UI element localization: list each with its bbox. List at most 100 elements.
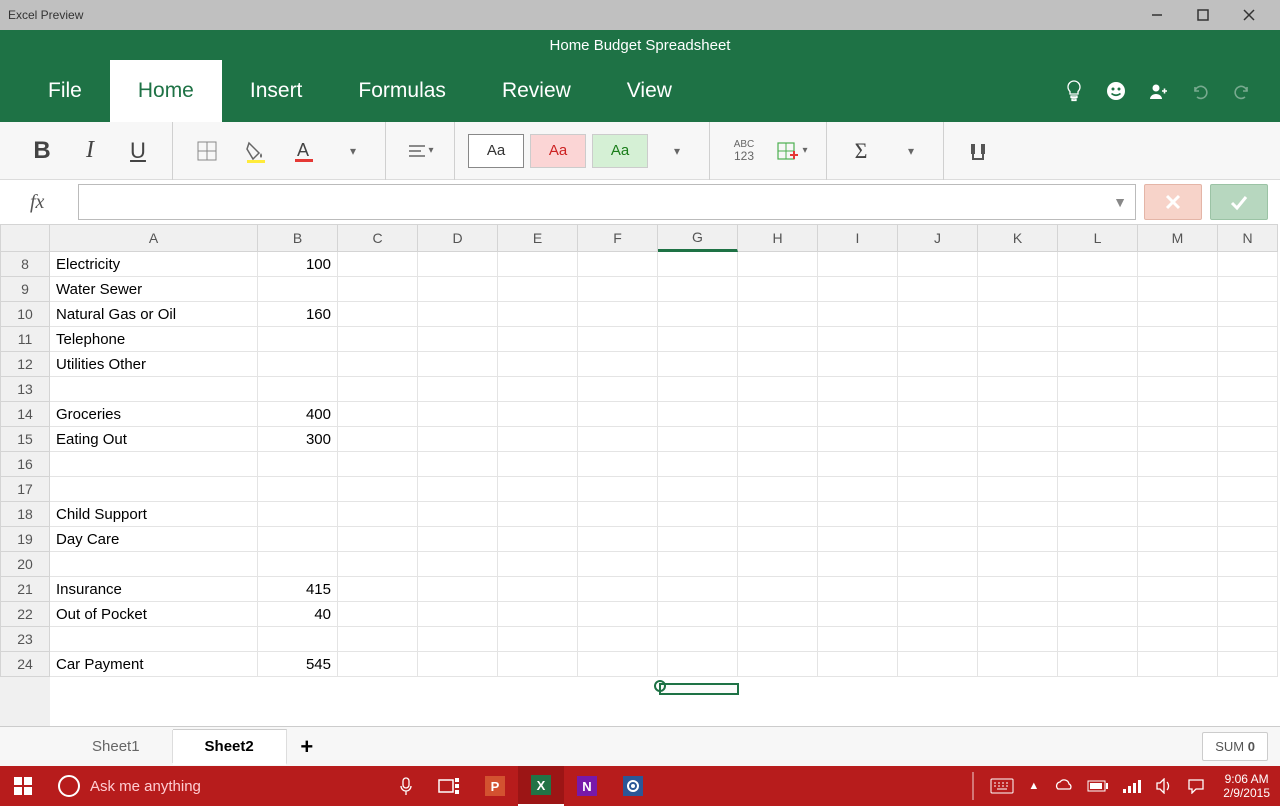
row-header[interactable]: 11 [0, 327, 50, 352]
cell[interactable] [898, 427, 978, 452]
cell[interactable] [738, 652, 818, 677]
column-header-N[interactable]: N [1218, 224, 1278, 252]
cell[interactable] [738, 502, 818, 527]
cell[interactable] [578, 627, 658, 652]
action-center-icon[interactable] [1187, 778, 1205, 794]
cell[interactable] [418, 352, 498, 377]
cell[interactable] [738, 527, 818, 552]
cell[interactable] [658, 502, 738, 527]
cell[interactable] [578, 352, 658, 377]
cell[interactable] [738, 627, 818, 652]
cell[interactable] [258, 627, 338, 652]
cell[interactable] [1058, 652, 1138, 677]
row-header[interactable]: 17 [0, 477, 50, 502]
cell[interactable] [338, 527, 418, 552]
cell[interactable] [418, 277, 498, 302]
row-header[interactable]: 22 [0, 602, 50, 627]
cell[interactable] [658, 327, 738, 352]
cell[interactable] [898, 527, 978, 552]
cell[interactable] [418, 577, 498, 602]
cell[interactable] [978, 477, 1058, 502]
cell[interactable] [658, 552, 738, 577]
cell[interactable] [418, 502, 498, 527]
cell[interactable] [258, 552, 338, 577]
battery-icon[interactable] [1087, 780, 1109, 792]
cell[interactable] [498, 402, 578, 427]
cell[interactable] [978, 652, 1058, 677]
cell[interactable] [978, 252, 1058, 277]
cell[interactable] [418, 377, 498, 402]
cell[interactable] [498, 477, 578, 502]
column-header-L[interactable]: L [1058, 224, 1138, 252]
cell[interactable] [1218, 627, 1278, 652]
tell-me-icon[interactable] [1062, 79, 1086, 103]
cell[interactable] [1218, 652, 1278, 677]
cell[interactable] [1218, 277, 1278, 302]
cell[interactable] [338, 302, 418, 327]
underline-button[interactable]: U [114, 131, 162, 171]
cell[interactable] [418, 327, 498, 352]
cell[interactable] [50, 552, 258, 577]
cell[interactable] [258, 527, 338, 552]
cell[interactable] [1138, 277, 1218, 302]
cell[interactable] [1218, 602, 1278, 627]
cell[interactable] [418, 527, 498, 552]
cell[interactable] [978, 402, 1058, 427]
cell[interactable] [338, 252, 418, 277]
cell[interactable] [738, 352, 818, 377]
column-header-A[interactable]: A [50, 224, 258, 252]
cell[interactable] [818, 627, 898, 652]
cell[interactable] [1218, 352, 1278, 377]
cell[interactable] [338, 427, 418, 452]
cell[interactable] [1138, 552, 1218, 577]
cell[interactable] [1138, 252, 1218, 277]
column-header-K[interactable]: K [978, 224, 1058, 252]
cell[interactable] [738, 327, 818, 352]
cell[interactable] [738, 377, 818, 402]
row-header[interactable]: 13 [0, 377, 50, 402]
cell[interactable] [338, 352, 418, 377]
cell[interactable] [898, 377, 978, 402]
cell[interactable] [338, 577, 418, 602]
cell[interactable] [818, 252, 898, 277]
cell[interactable]: 40 [258, 602, 338, 627]
cell[interactable] [1138, 452, 1218, 477]
cell[interactable] [50, 452, 258, 477]
cell[interactable] [1218, 327, 1278, 352]
cell[interactable] [498, 427, 578, 452]
cell[interactable] [818, 352, 898, 377]
cell[interactable] [978, 452, 1058, 477]
number-format-button[interactable]: ABC123 [720, 131, 768, 171]
cell[interactable] [738, 252, 818, 277]
row-header[interactable]: 9 [0, 277, 50, 302]
taskbar-app-settings[interactable] [610, 766, 656, 806]
cell[interactable] [898, 452, 978, 477]
cell[interactable] [818, 427, 898, 452]
cell[interactable] [818, 577, 898, 602]
cell[interactable] [1058, 452, 1138, 477]
cell[interactable] [738, 477, 818, 502]
cell[interactable] [658, 427, 738, 452]
cell[interactable] [578, 302, 658, 327]
cell[interactable]: 545 [258, 652, 338, 677]
cell[interactable] [978, 602, 1058, 627]
cell[interactable] [898, 477, 978, 502]
cell[interactable] [578, 527, 658, 552]
cell[interactable] [1218, 302, 1278, 327]
cell[interactable] [418, 602, 498, 627]
cortana-search[interactable]: Ask me anything [46, 766, 426, 806]
cell[interactable] [738, 302, 818, 327]
borders-button[interactable] [183, 131, 231, 171]
cell[interactable] [578, 602, 658, 627]
cell[interactable] [898, 327, 978, 352]
cell[interactable] [898, 602, 978, 627]
cell[interactable] [338, 502, 418, 527]
row-header[interactable]: 14 [0, 402, 50, 427]
cell[interactable] [258, 477, 338, 502]
cell[interactable] [1138, 352, 1218, 377]
cell[interactable] [1058, 502, 1138, 527]
cell[interactable] [978, 552, 1058, 577]
cell[interactable] [898, 627, 978, 652]
cell[interactable] [498, 627, 578, 652]
cell[interactable] [338, 627, 418, 652]
